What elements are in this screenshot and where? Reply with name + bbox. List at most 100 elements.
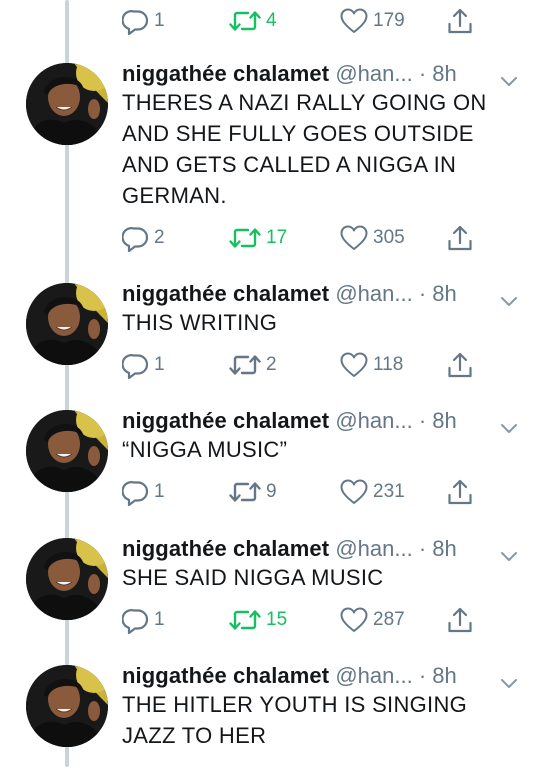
tweet-actions: 1 2 118 xyxy=(0,348,540,382)
reply-button[interactable]: 1 xyxy=(122,603,165,637)
share-icon xyxy=(446,477,474,507)
reply-count: 1 xyxy=(154,10,165,31)
user-handle[interactable]: @han... xyxy=(335,536,412,561)
reply-count: 2 xyxy=(154,227,165,248)
retweet-icon xyxy=(228,225,262,251)
tweet-header: niggathée chalamet @han... · 8h xyxy=(122,533,522,565)
previous-tweet-actions: 1 4 179 xyxy=(0,0,540,45)
heart-icon xyxy=(339,478,369,506)
tweet-actions: 1 4 179 xyxy=(0,4,540,38)
timestamp[interactable]: 8h xyxy=(432,663,456,688)
like-count: 305 xyxy=(373,227,405,248)
tweet-text-line: GERMAN. xyxy=(122,183,227,208)
retweet-count: 9 xyxy=(266,481,277,502)
retweet-icon xyxy=(228,8,262,34)
tweet-header: niggathée chalamet @han... · 8h xyxy=(122,405,522,437)
tweet-text: THE HITLER YOUTH IS SINGING JAZZ TO HER xyxy=(122,689,522,751)
reply-icon xyxy=(122,224,150,252)
display-name[interactable]: niggathée chalamet xyxy=(122,663,329,688)
retweet-count: 4 xyxy=(266,10,277,31)
tweet-text: THIS WRITING xyxy=(122,307,522,338)
like-count: 118 xyxy=(373,354,404,375)
reply-icon xyxy=(122,7,150,35)
retweet-button[interactable]: 2 xyxy=(228,348,277,382)
retweet-icon xyxy=(228,479,262,505)
avatar[interactable] xyxy=(26,63,108,145)
timestamp[interactable]: 8h xyxy=(432,408,456,433)
retweet-button[interactable]: 17 xyxy=(228,221,287,255)
like-count: 179 xyxy=(373,10,405,31)
tweet-text: SHE SAID NIGGA MUSIC xyxy=(122,562,522,593)
reply-button[interactable]: 1 xyxy=(122,4,165,38)
timestamp[interactable]: 8h xyxy=(432,536,456,561)
user-handle[interactable]: @han... xyxy=(335,408,412,433)
share-icon xyxy=(446,350,474,380)
reply-icon xyxy=(122,606,150,634)
heart-icon xyxy=(339,606,369,634)
tweet[interactable]: niggathée chalamet @han... · 8h “NIGGA MU… xyxy=(0,405,540,525)
tweet-actions: 1 9 231 xyxy=(0,475,540,509)
like-count: 287 xyxy=(373,609,405,630)
tweet-text-line: THERES A NAZI RALLY GOING ON xyxy=(122,90,487,115)
heart-icon xyxy=(339,7,369,35)
share-button[interactable] xyxy=(446,348,474,382)
tweet-text-line: THIS WRITING xyxy=(122,310,278,335)
tweet-actions: 2 17 305 xyxy=(0,221,540,255)
retweet-button[interactable]: 9 xyxy=(228,475,277,509)
avatar[interactable] xyxy=(26,665,108,747)
reply-icon xyxy=(122,351,150,379)
tweet-text-line: AND GETS CALLED A NIGGA IN xyxy=(122,152,457,177)
tweet-header: niggathée chalamet @han... · 8h xyxy=(122,278,522,310)
display-name[interactable]: niggathée chalamet xyxy=(122,281,329,306)
reply-button[interactable]: 1 xyxy=(122,348,165,382)
share-button[interactable] xyxy=(446,603,474,637)
share-icon xyxy=(446,605,474,635)
tweet-actions: 1 15 287 xyxy=(0,603,540,637)
reply-count: 1 xyxy=(154,354,165,375)
retweet-button[interactable]: 4 xyxy=(228,4,277,38)
tweet-text-line: THE HITLER YOUTH IS SINGING xyxy=(122,692,468,717)
heart-icon xyxy=(339,351,369,379)
display-name[interactable]: niggathée chalamet xyxy=(122,408,329,433)
like-button[interactable]: 287 xyxy=(339,603,405,637)
user-handle[interactable]: @han... xyxy=(335,281,412,306)
retweet-button[interactable]: 15 xyxy=(228,603,287,637)
share-button[interactable] xyxy=(446,475,474,509)
retweet-count: 2 xyxy=(266,354,277,375)
display-name[interactable]: niggathée chalamet xyxy=(122,536,329,561)
display-name[interactable]: niggathée chalamet xyxy=(122,61,329,86)
tweet-text-line: “NIGGA MUSIC” xyxy=(122,437,288,462)
reply-button[interactable]: 1 xyxy=(122,475,165,509)
separator-dot: · xyxy=(418,536,427,561)
like-button[interactable]: 179 xyxy=(339,4,405,38)
tweet[interactable]: niggathée chalamet @han... · 8h THIS WRIT… xyxy=(0,278,540,398)
heart-icon xyxy=(339,224,369,252)
timestamp[interactable]: 8h xyxy=(432,281,456,306)
share-icon xyxy=(446,6,474,36)
user-handle[interactable]: @han... xyxy=(335,61,412,86)
tweet[interactable]: niggathée chalamet @han... · 8h THE HITLE… xyxy=(0,660,540,780)
timestamp[interactable]: 8h xyxy=(432,61,456,86)
separator-dot: · xyxy=(418,408,427,433)
reply-count: 1 xyxy=(154,481,165,502)
share-button[interactable] xyxy=(446,4,474,38)
reply-button[interactable]: 2 xyxy=(122,221,165,255)
like-count: 231 xyxy=(373,481,405,502)
separator-dot: · xyxy=(418,281,427,306)
tweet[interactable]: niggathée chalamet @han... · 8h THERES A … xyxy=(0,58,540,252)
separator-dot: · xyxy=(418,663,427,688)
tweet-header: niggathée chalamet @han... · 8h xyxy=(122,660,522,692)
tweet[interactable]: niggathée chalamet @han... · 8h SHE SAID … xyxy=(0,533,540,653)
like-button[interactable]: 305 xyxy=(339,221,405,255)
retweet-icon xyxy=(228,352,262,378)
user-handle[interactable]: @han... xyxy=(335,663,412,688)
like-button[interactable]: 231 xyxy=(339,475,405,509)
tweet-text-line: JAZZ TO HER xyxy=(122,723,267,748)
reply-icon xyxy=(122,478,150,506)
like-button[interactable]: 118 xyxy=(339,348,403,382)
share-button[interactable] xyxy=(446,221,474,255)
tweet-text-line: SHE SAID NIGGA MUSIC xyxy=(122,565,384,590)
tweet-text-line: AND SHE FULLY GOES OUTSIDE xyxy=(122,121,474,146)
separator-dot: · xyxy=(418,61,427,86)
tweet-text: “NIGGA MUSIC” xyxy=(122,434,522,465)
